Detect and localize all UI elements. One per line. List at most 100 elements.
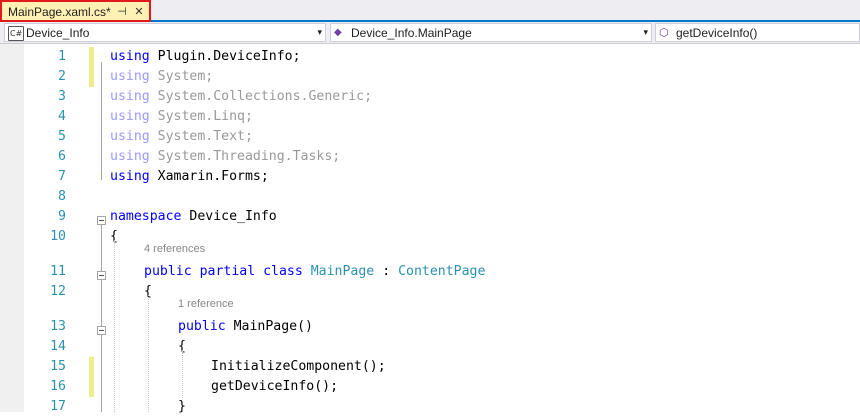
using-outline-bracket: [101, 62, 102, 180]
code-token: MainPage: [310, 264, 375, 279]
line-number: 17: [50, 399, 66, 414]
code-token: System.Collections.Generic;: [157, 89, 373, 104]
code-text: using System.Linq;: [110, 107, 253, 127]
code-line[interactable]: 2 using System;: [0, 67, 860, 87]
code-line[interactable]: 7 using Xamarin.Forms;: [0, 167, 860, 187]
code-token: using: [110, 129, 158, 144]
code-text: public partial class MainPage : ContentP…: [144, 262, 485, 282]
code-line[interactable]: 11 public partial class MainPage : Conten…: [0, 262, 860, 282]
indent-guide: [114, 240, 115, 412]
csharp-project-icon: C#: [8, 26, 25, 41]
code-line[interactable]: 5 using System.Text;: [0, 127, 860, 147]
namespace-outline-bracket: [101, 222, 102, 412]
method-icon: ⬡: [659, 26, 669, 39]
code-text: using System;: [110, 67, 213, 87]
code-line[interactable]: 4 using System.Linq;: [0, 107, 860, 127]
code-token: ContentPage: [398, 264, 486, 279]
line-number: 11: [50, 264, 66, 279]
chevron-down-icon[interactable]: ▾: [317, 26, 322, 41]
code-token: using: [110, 109, 158, 124]
indent-guide: [182, 350, 183, 398]
class-icon: ◆: [334, 27, 342, 38]
fold-namespace-toggle[interactable]: [97, 216, 106, 225]
code-token: System.Threading.Tasks;: [157, 149, 341, 164]
code-token: using: [110, 49, 158, 64]
code-line[interactable]: 6 using System.Threading.Tasks;: [0, 147, 860, 167]
member-dropdown[interactable]: ⬡ getDeviceInfo(): [655, 23, 860, 42]
code-line[interactable]: 10{: [0, 227, 860, 247]
member-dropdown-label: getDeviceInfo(): [676, 26, 758, 40]
change-marker: [89, 67, 94, 87]
code-text: using Plugin.DeviceInfo;: [110, 47, 301, 67]
line-number: 3: [58, 89, 66, 104]
code-line[interactable]: 14{: [0, 337, 860, 357]
code-text: using System.Collections.Generic;: [110, 87, 372, 107]
code-token: using: [110, 89, 158, 104]
code-token: public: [178, 319, 234, 334]
fold-class-toggle[interactable]: [97, 271, 106, 280]
tab-title: MainPage.xaml.cs*: [8, 5, 111, 19]
code-text: using System.Text;: [110, 127, 253, 147]
code-line[interactable]: 9 namespace Device_Info: [0, 207, 860, 227]
code-token: using: [110, 169, 158, 184]
code-text: getDeviceInfo();: [211, 377, 338, 397]
line-number: 12: [50, 284, 66, 299]
line-number: 1: [58, 49, 66, 64]
fold-constructor-toggle[interactable]: [97, 326, 106, 335]
code-text: }: [178, 397, 186, 417]
close-icon[interactable]: ✕: [133, 5, 145, 19]
line-number: 14: [50, 339, 66, 354]
project-dropdown-label: Device_Info: [26, 26, 90, 40]
line-number: 9: [58, 209, 66, 224]
code-token: :: [374, 264, 399, 279]
line-number: 16: [50, 379, 66, 394]
code-editor[interactable]: 1 using Plugin.DeviceInfo; 2 using System; 3…: [0, 44, 860, 414]
line-number: 13: [50, 319, 66, 334]
line-number: 5: [58, 129, 66, 144]
code-text: using Xamarin.Forms;: [110, 167, 269, 187]
line-number: 6: [58, 149, 66, 164]
code-token: System.Text;: [157, 129, 253, 144]
navigation-bar: C# Device_Info ▾ ◆ Device_Info.MainPage …: [0, 22, 860, 44]
code-line[interactable]: 1 using Plugin.DeviceInfo;: [0, 47, 860, 67]
code-token: System;: [157, 69, 214, 84]
code-text: public MainPage(): [178, 317, 313, 337]
codelens-references[interactable]: 1 reference: [178, 298, 234, 310]
indent-guide: [148, 295, 149, 412]
change-marker: [89, 377, 94, 397]
code-token: InitializeComponent();: [211, 359, 386, 374]
line-number: 8: [58, 189, 66, 204]
document-tab-strip: MainPage.xaml.cs* ⊣ ✕: [0, 0, 860, 22]
code-token: getDeviceInfo();: [211, 379, 339, 394]
line-number: 4: [58, 109, 66, 124]
code-line[interactable]: 16 getDeviceInfo();: [0, 377, 860, 397]
code-token: Plugin.DeviceInfo;: [157, 49, 301, 64]
code-token: using: [110, 149, 158, 164]
pin-icon[interactable]: ⊣: [116, 5, 128, 19]
type-dropdown-label: Device_Info.MainPage: [351, 26, 472, 40]
line-number: 10: [50, 229, 66, 244]
code-token: namespace: [110, 209, 190, 224]
change-marker: [89, 357, 94, 377]
code-token: using: [110, 69, 158, 84]
code-line[interactable]: 13 public MainPage(): [0, 317, 860, 337]
line-number: 15: [50, 359, 66, 374]
type-dropdown[interactable]: ◆ Device_Info.MainPage ▾: [330, 23, 652, 42]
code-text: InitializeComponent();: [211, 357, 386, 377]
code-line[interactable]: 8: [0, 187, 860, 207]
code-line[interactable]: 15 InitializeComponent();: [0, 357, 860, 377]
code-text: namespace Device_Info: [110, 207, 277, 227]
line-number: 7: [58, 169, 66, 184]
code-text: using System.Threading.Tasks;: [110, 147, 340, 167]
code-token: Device_Info: [189, 209, 277, 224]
tab-mainpage-xaml-cs[interactable]: MainPage.xaml.cs* ⊣ ✕: [0, 0, 151, 22]
code-line[interactable]: 12{: [0, 282, 860, 302]
code-token: Xamarin.Forms;: [157, 169, 269, 184]
code-line[interactable]: 17}: [0, 397, 860, 417]
codelens-references[interactable]: 4 references: [144, 243, 205, 255]
chevron-down-icon[interactable]: ▾: [643, 26, 648, 41]
code-token: System.Linq;: [157, 109, 253, 124]
project-dropdown[interactable]: C# Device_Info ▾: [4, 23, 326, 42]
code-line[interactable]: 3 using System.Collections.Generic;: [0, 87, 860, 107]
code-token: public partial class: [144, 264, 311, 279]
